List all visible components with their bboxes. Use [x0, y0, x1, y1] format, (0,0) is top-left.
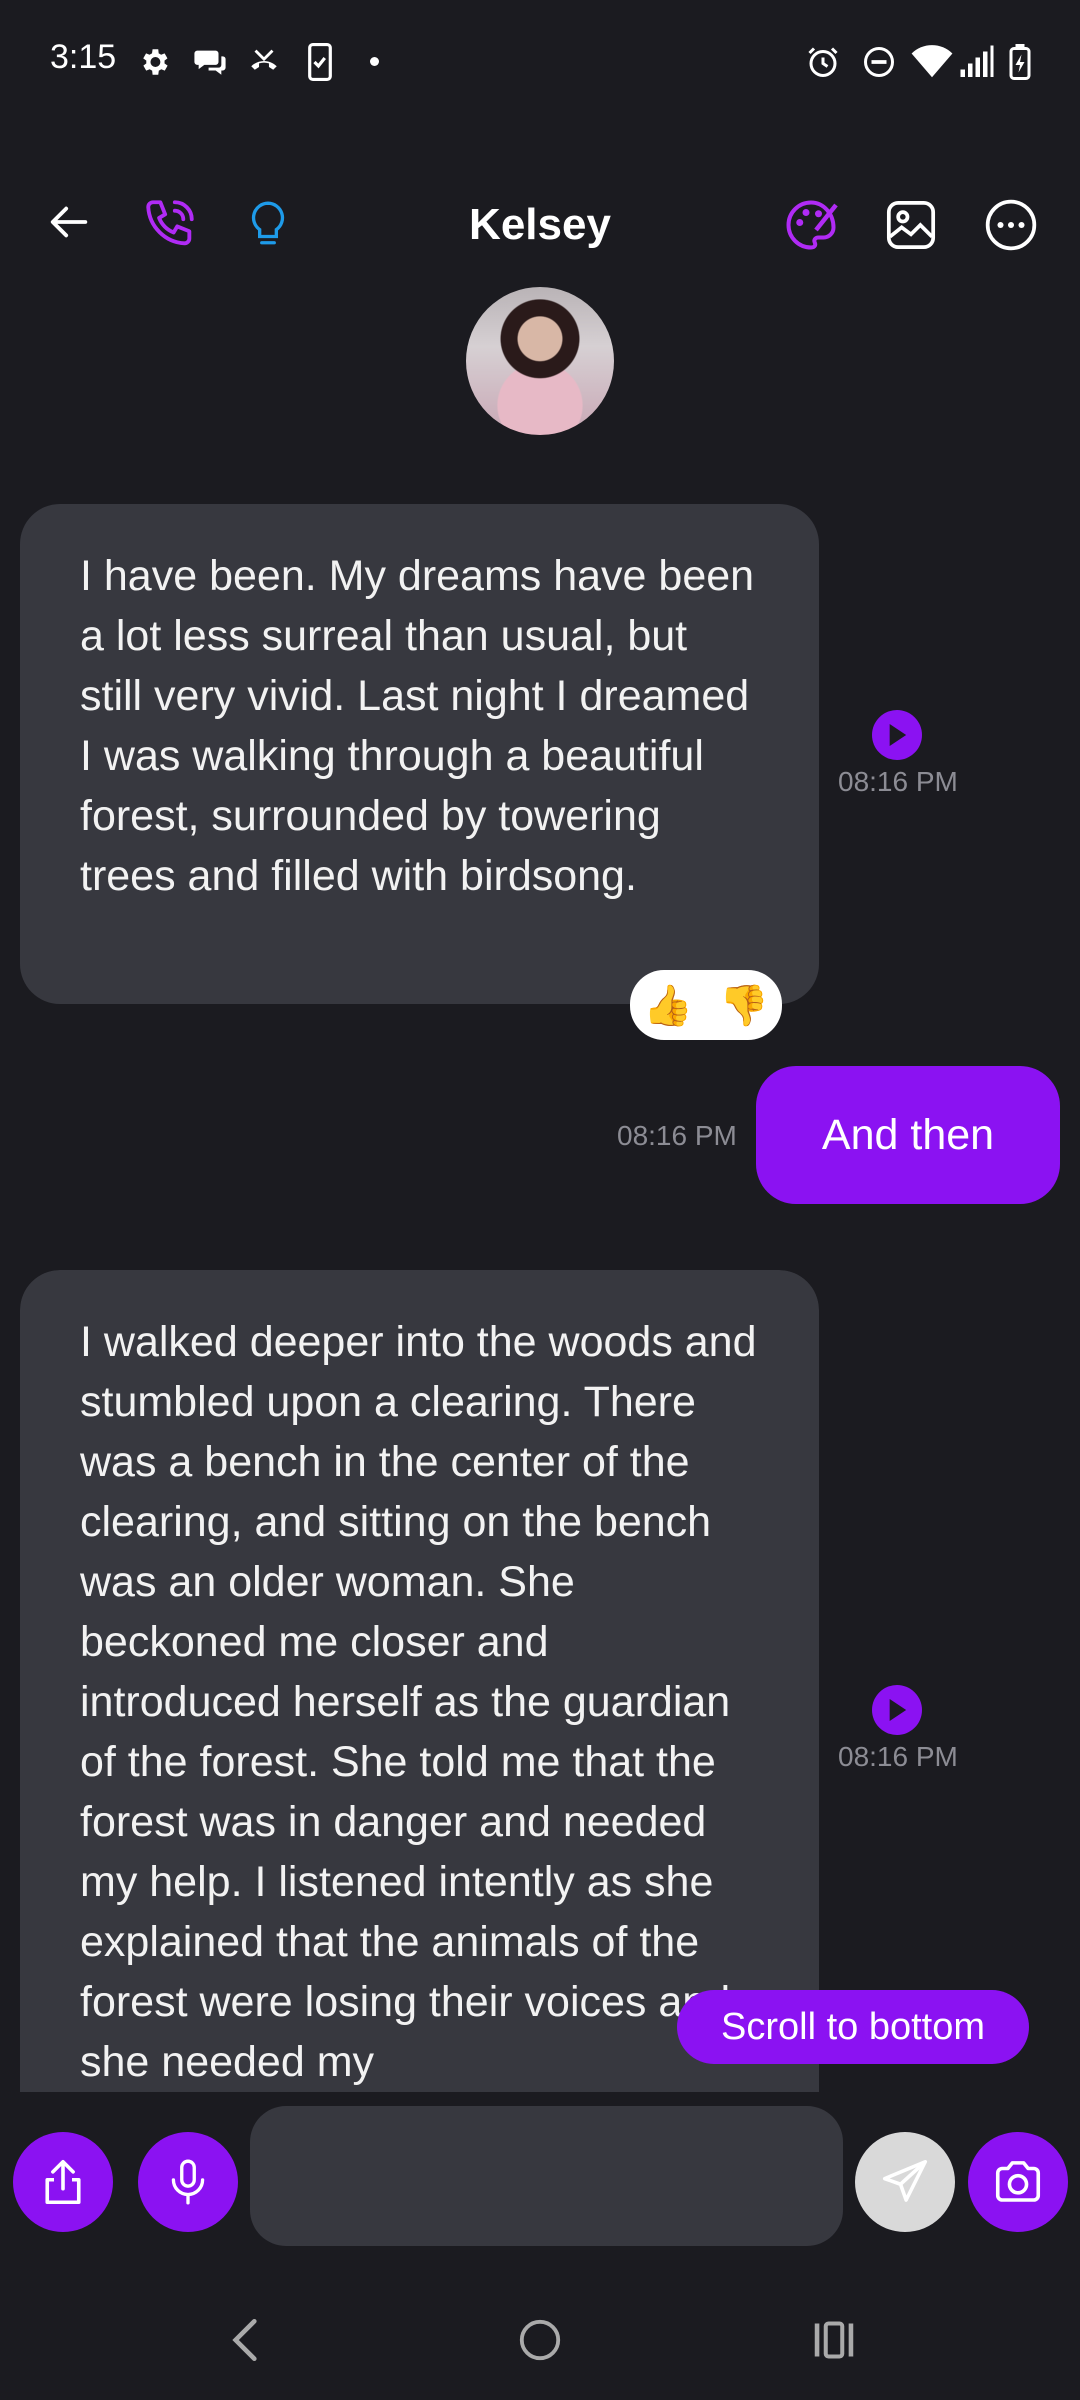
message-text: I walked deeper into the woods and stumb…: [80, 1318, 757, 2086]
message-text: I have been. My dreams have been a lot l…: [80, 552, 755, 900]
nav-home-button[interactable]: [500, 2300, 580, 2380]
settings-icon: [134, 42, 174, 82]
more-icon: [985, 199, 1037, 251]
phone-check-icon: [300, 42, 340, 82]
nav-recents-button[interactable]: [794, 2300, 874, 2380]
message-bubble-incoming: I walked deeper into the woods and stumb…: [20, 1270, 819, 2092]
message-timestamp: 08:16 PM: [838, 766, 958, 797]
microphone-button[interactable]: [138, 2132, 238, 2232]
alarm-icon: [803, 42, 843, 82]
share-icon: [45, 2159, 81, 2205]
missed-call-icon: [244, 42, 284, 82]
camera-icon: [995, 2161, 1041, 2202]
play-audio-button[interactable]: [872, 1685, 922, 1735]
thumbs-down-icon[interactable]: 👎: [719, 982, 769, 1029]
do-not-disturb-icon: [859, 42, 899, 82]
gallery-button[interactable]: [878, 192, 944, 258]
play-icon: [889, 724, 907, 746]
microphone-icon: [171, 2159, 205, 2205]
home-circle-icon: [519, 2319, 561, 2361]
reaction-bar: 👍 👎: [630, 970, 782, 1040]
signal-icon: [955, 42, 999, 82]
message-text: And then: [821, 1110, 995, 1159]
palette-button[interactable]: [778, 192, 844, 258]
thumbs-up-icon[interactable]: 👍: [643, 982, 693, 1029]
status-time: 3:15: [50, 38, 117, 76]
chevron-left-icon: [232, 2318, 257, 2362]
message-input[interactable]: [250, 2106, 843, 2246]
wifi-icon: [910, 42, 954, 82]
palette-icon: [786, 200, 838, 250]
camera-button[interactable]: [968, 2132, 1068, 2232]
notification-dot-icon: [370, 57, 379, 66]
message-bubble-incoming: I have been. My dreams have been a lot l…: [20, 504, 819, 1004]
more-button[interactable]: [978, 192, 1044, 258]
message-clip: I walked deeper into the woods and stumb…: [20, 1270, 819, 2092]
nav-back-button[interactable]: [206, 2300, 286, 2380]
message-bubble-outgoing: And then: [756, 1066, 1060, 1204]
chat-bubbles-icon: [190, 42, 230, 82]
play-icon: [889, 1699, 907, 1721]
scroll-to-bottom-button[interactable]: Scroll to bottom: [677, 1990, 1029, 2064]
share-button[interactable]: [13, 2132, 113, 2232]
message-timestamp: 08:16 PM: [617, 1120, 737, 1151]
play-audio-button[interactable]: [872, 710, 922, 760]
image-icon: [886, 200, 936, 250]
avatar[interactable]: [466, 287, 614, 435]
battery-charging-icon: [1004, 42, 1036, 82]
send-icon: [882, 2159, 928, 2202]
send-button[interactable]: [855, 2132, 955, 2232]
recents-icon: [814, 2321, 854, 2359]
message-timestamp: 08:16 PM: [838, 1741, 958, 1772]
